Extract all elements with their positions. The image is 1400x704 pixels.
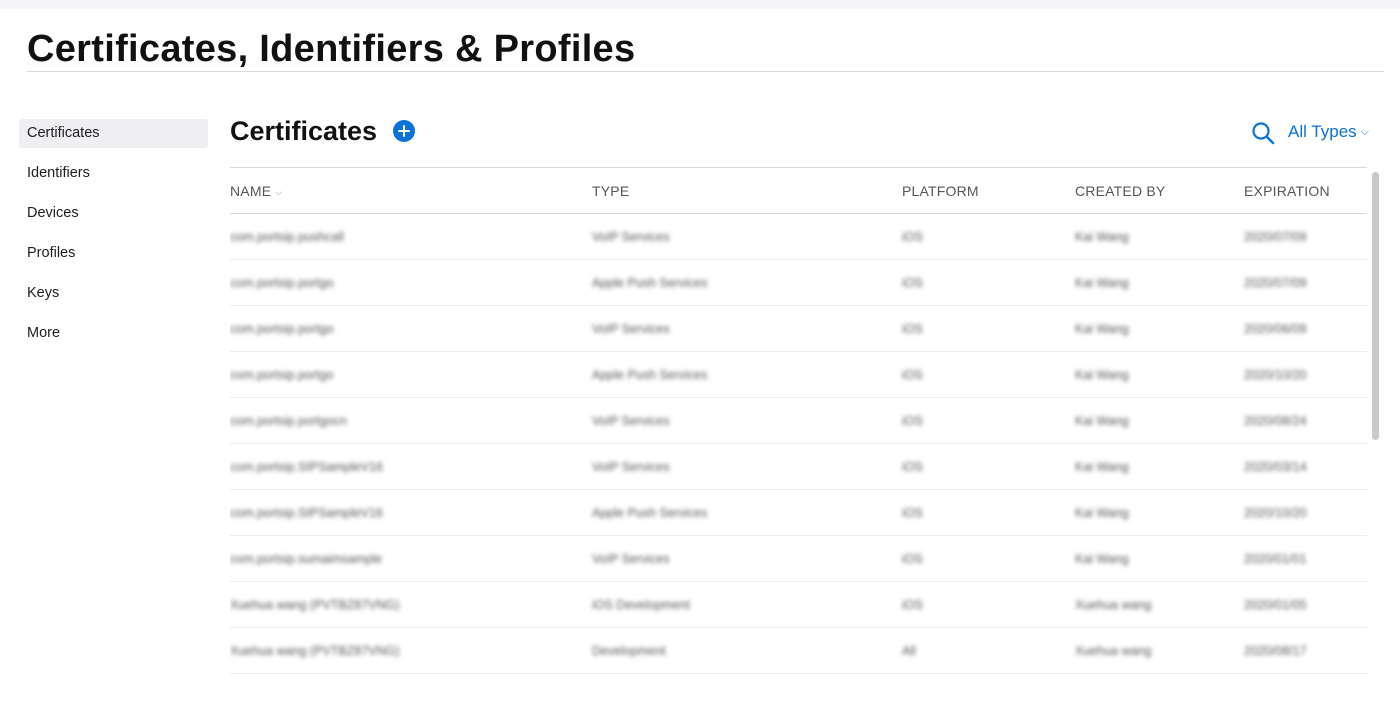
cell-expiration: 2020/08/17 [1244, 643, 1307, 658]
sidebar: Certificates Identifiers Devices Profile… [19, 119, 208, 359]
sidebar-item-devices[interactable]: Devices [19, 199, 208, 228]
table-row[interactable]: com.portsip.portgo Apple Push Services i… [230, 352, 1367, 398]
search-icon[interactable] [1250, 120, 1276, 146]
cell-type: VoIP Services [592, 459, 670, 474]
cell-expiration: 2020/07/09 [1244, 229, 1307, 244]
cell-type: VoIP Services [592, 229, 670, 244]
cell-platform: All [902, 643, 916, 658]
top-strip [0, 0, 1400, 9]
filter-label: All Types [1288, 122, 1357, 141]
cell-expiration: 2020/08/24 [1244, 413, 1307, 428]
column-header-type[interactable]: TYPE [592, 183, 902, 199]
column-label-name: NAME [230, 182, 272, 199]
cell-type: Development [592, 643, 666, 658]
cell-platform: iOS [902, 321, 923, 336]
cell-name: Xuehua wang (PVTBZ87VNG) [230, 643, 400, 658]
table-row[interactable]: com.portsip.portgo Apple Push Services i… [230, 260, 1367, 306]
table-row[interactable]: Xuehua wang (PVTBZ87VNG) iOS Development… [230, 582, 1367, 628]
cell-type: Apple Push Services [592, 275, 708, 290]
cell-name: com.portsip.SIPSampleV16 [230, 505, 383, 520]
cell-created-by: Kai Wang [1075, 275, 1129, 290]
cell-name: com.portsip.portgocn [230, 413, 347, 428]
table-header: NAME ⌵ TYPE PLATFORM CREATED BY EXPIRATIO… [230, 168, 1367, 214]
cell-name: com.portsip.portgo [230, 367, 334, 382]
cell-platform: iOS [902, 275, 923, 290]
cell-platform: iOS [902, 367, 923, 382]
sidebar-item-more[interactable]: More [19, 319, 208, 348]
cell-name: com.portsip.pushcall [230, 229, 344, 244]
cell-expiration: 2020/01/01 [1244, 551, 1307, 566]
cell-expiration: 2020/10/20 [1244, 505, 1307, 520]
cell-platform: iOS [902, 597, 923, 612]
cell-expiration: 2020/10/20 [1244, 367, 1307, 382]
table-row[interactable]: com.portsip.portgo VoIP Services iOS Kai… [230, 306, 1367, 352]
sidebar-item-certificates[interactable]: Certificates [19, 119, 208, 148]
cell-platform: iOS [902, 551, 923, 566]
sidebar-item-profiles[interactable]: Profiles [19, 239, 208, 268]
cell-type: Apple Push Services [592, 367, 708, 382]
table-scrollbar[interactable] [1369, 168, 1383, 682]
cell-name: Xuehua wang (PVTBZ87VNG) [230, 597, 400, 612]
cell-created-by: Kai Wang [1075, 367, 1129, 382]
cell-type: VoIP Services [592, 321, 670, 336]
table-row[interactable]: com.portsip.pushcall VoIP Services iOS K… [230, 214, 1367, 260]
cell-created-by: Kai Wang [1075, 413, 1129, 428]
cell-created-by: Xuehua wang [1075, 643, 1152, 658]
cell-name: com.portsip.portgo [230, 275, 334, 290]
cell-name: com.portsip.sumaimsample [230, 551, 383, 566]
certificates-table: NAME ⌵ TYPE PLATFORM CREATED BY EXPIRATIO… [230, 167, 1367, 683]
cell-platform: iOS [902, 459, 923, 474]
cell-created-by: Kai Wang [1075, 321, 1129, 336]
table-row[interactable]: com.portsip.SIPSampleV16 Apple Push Serv… [230, 490, 1367, 536]
table-row[interactable]: com.portsip.SIPSampleV16 VoIP Services i… [230, 444, 1367, 490]
section-title: Certificates [230, 116, 378, 146]
cell-expiration: 2020/01/05 [1244, 597, 1307, 612]
sidebar-item-identifiers[interactable]: Identifiers [19, 159, 208, 188]
type-filter-dropdown[interactable]: All Types ⌵ [1288, 120, 1369, 144]
page-title: Certificates, Identifiers & Profiles [27, 28, 636, 70]
column-header-name[interactable]: NAME ⌵ [230, 183, 592, 199]
cell-platform: iOS [902, 505, 923, 520]
column-header-platform[interactable]: PLATFORM [902, 183, 1075, 199]
cell-expiration: 2020/06/09 [1244, 321, 1307, 336]
cell-type: Apple Push Services [592, 505, 708, 520]
cell-platform: iOS [902, 229, 923, 244]
cell-created-by: Kai Wang [1075, 459, 1129, 474]
table-row[interactable]: com.portsip.sumaimsample VoIP Services i… [230, 536, 1367, 582]
scrollbar-thumb[interactable] [1372, 172, 1379, 440]
cell-created-by: Kai Wang [1075, 505, 1129, 520]
cell-type: iOS Development [592, 597, 690, 612]
cell-created-by: Kai Wang [1075, 551, 1129, 566]
cell-expiration: 2020/03/14 [1244, 459, 1307, 474]
cell-type: VoIP Services [592, 413, 670, 428]
cell-name: com.portsip.portgo [230, 321, 334, 336]
sort-chevron-icon: ⌵ [275, 186, 283, 197]
cell-created-by: Xuehua wang [1075, 597, 1152, 612]
column-header-created-by[interactable]: CREATED BY [1075, 183, 1244, 199]
table-row[interactable]: com.portsip.portgocn VoIP Services iOS K… [230, 398, 1367, 444]
cell-type: VoIP Services [592, 551, 670, 566]
chevron-down-icon: ⌵ [1360, 126, 1370, 138]
cell-expiration: 2020/07/09 [1244, 275, 1307, 290]
cell-platform: iOS [902, 413, 923, 428]
cell-created-by: Kai Wang [1075, 229, 1129, 244]
sidebar-item-keys[interactable]: Keys [19, 279, 208, 308]
title-divider [27, 71, 1384, 72]
column-header-expiration[interactable]: EXPIRATION [1244, 183, 1367, 199]
cell-name: com.portsip.SIPSampleV16 [230, 459, 383, 474]
table-row[interactable]: Xuehua wang (PVTBZ87VNG) Development All… [230, 628, 1367, 674]
add-certificate-button[interactable] [393, 120, 415, 142]
